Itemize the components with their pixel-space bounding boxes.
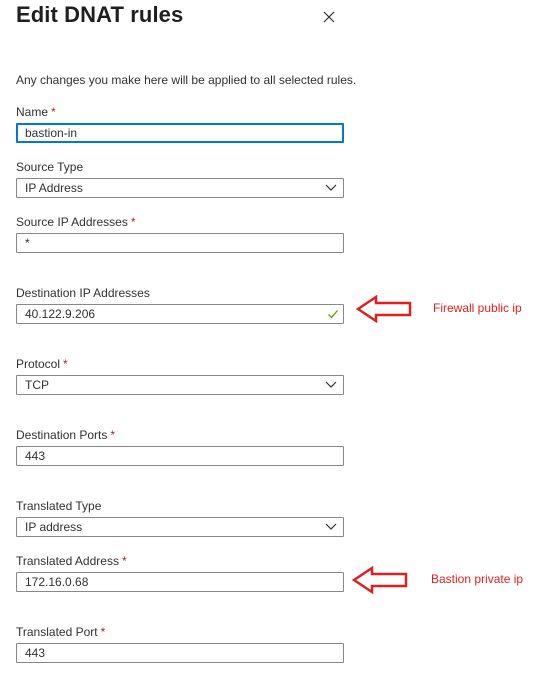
arrow-left-icon [356,295,412,323]
name-input-value: bastion-in [25,126,78,140]
required-mark: * [100,625,106,639]
destination-ip-input[interactable]: 40.122.9.206 [16,304,344,324]
source-ip-label-text: Source IP Addresses [16,215,128,229]
chevron-down-icon [325,184,337,191]
translated-port-label: Translated Port * [16,625,105,639]
translated-type-label: Translated Type [16,499,101,513]
firewall-annotation: Firewall public ip [433,301,522,315]
intro-text: Any changes you make here will be applie… [16,73,357,87]
bastion-annotation: Bastion private ip [431,572,524,586]
destination-ports-label: Destination Ports * [16,428,115,442]
source-type-select[interactable]: IP Address [16,178,344,198]
close-icon [323,11,335,23]
destination-ip-label: Destination IP Addresses [16,286,150,300]
destination-ports-input[interactable]: 443 [16,446,344,466]
chevron-down-icon [325,523,337,530]
protocol-label: Protocol * [16,357,68,371]
translated-type-label-text: Translated Type [16,499,102,513]
translated-address-label-text: Translated Address [16,554,119,568]
arrow-left-icon [352,566,408,594]
required-mark: * [63,357,68,371]
required-mark: * [121,554,127,568]
required-mark: * [110,428,116,442]
translated-port-input[interactable]: 443 [16,643,344,663]
source-type-label: Source Type [16,160,83,174]
required-mark: * [130,215,136,229]
destination-ip-label-text: Destination IP Addresses [16,286,150,300]
translated-type-select[interactable]: IP address [16,517,344,537]
source-type-value: IP Address [25,181,83,195]
destination-ports-label-text: Destination Ports [16,428,108,442]
checkmark-icon [328,310,338,319]
protocol-value: TCP [25,378,49,392]
translated-address-value: 172.16.0.68 [25,575,89,589]
protocol-label-text: Protocol [16,357,61,371]
name-label-text: Name [16,105,49,119]
source-type-label-text: Source Type [16,160,84,174]
name-label: Name * [16,105,56,119]
chevron-down-icon [325,381,337,388]
source-ip-label: Source IP Addresses * [16,215,136,229]
translated-type-value: IP address [25,520,83,534]
translated-address-label: Translated Address * [16,554,127,568]
translated-address-input[interactable]: 172.16.0.68 [16,572,344,592]
destination-ip-value: 40.122.9.206 [25,307,96,321]
translated-port-label-text: Translated Port [16,625,98,639]
close-button[interactable] [320,8,338,26]
edit-dnat-rules-panel: Edit DNAT rules Any changes you make her… [0,0,544,675]
source-ip-input[interactable]: * [16,233,344,253]
destination-ports-value: 443 [25,449,46,463]
panel-title: Edit DNAT rules [16,2,184,27]
translated-port-value: 443 [25,646,46,660]
source-ip-value: * [25,236,30,250]
protocol-select[interactable]: TCP [16,375,344,395]
name-input[interactable]: bastion-in [16,123,344,143]
required-mark: * [51,105,56,119]
